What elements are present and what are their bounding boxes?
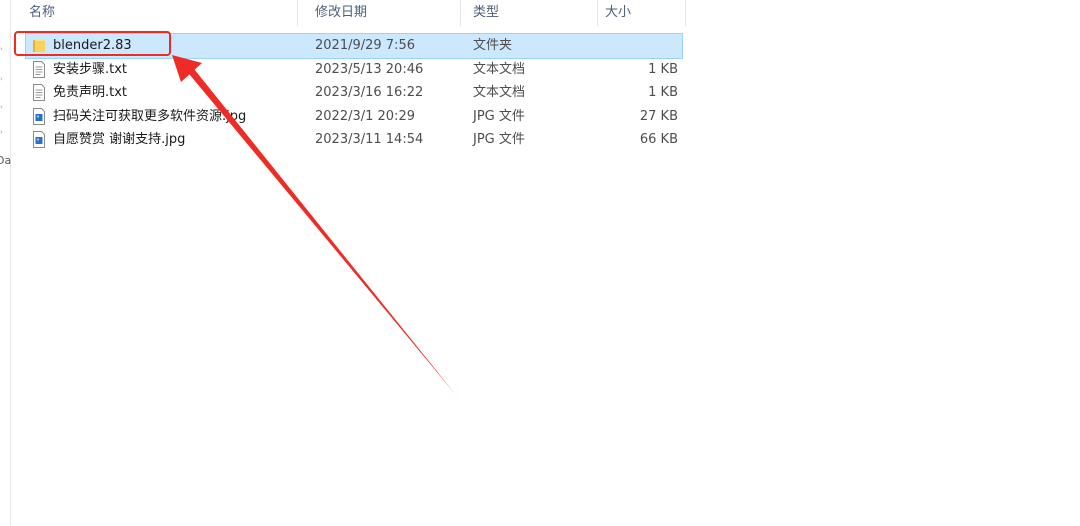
image-file-icon	[33, 131, 45, 148]
file-date: 2023/5/13 20:46	[315, 61, 424, 77]
file-size: 1 KB	[648, 61, 678, 77]
file-name: 安装步骤.txt	[53, 61, 128, 77]
column-divider[interactable]	[685, 0, 686, 26]
file-type: 文件夹	[473, 38, 513, 53]
column-header-row: ^ 名称 修改日期 类型 大小	[19, 0, 687, 28]
column-header-date[interactable]: 修改日期	[305, 0, 460, 28]
image-file-icon	[33, 107, 45, 125]
column-header-size[interactable]: 大小	[595, 0, 685, 28]
column-divider[interactable]	[297, 0, 298, 26]
file-row-disclaimer[interactable]: 免责声明.txt 2023/3/16 16:22 文本文档 1 KB	[26, 81, 682, 105]
file-row-blender[interactable]: blender2.83 2021/9/29 7:56 文件夹	[25, 33, 683, 59]
text-file-icon	[33, 84, 45, 101]
file-date: 2023/3/11 14:54	[315, 132, 424, 147]
file-row-qr-image[interactable]: 扫码关注可获取更多软件资源.jpg 2022/3/1 20:29 JPG 文件 …	[26, 105, 682, 129]
file-list: blender2.83 2021/9/29 7:56 文件夹 安装步骤.txt …	[25, 33, 683, 152]
file-size: 66 KB	[639, 132, 678, 147]
file-name: 免责声明.txt	[53, 85, 128, 100]
file-size: 1 KB	[648, 85, 678, 100]
expand-chevron-icon[interactable]: ›	[0, 128, 3, 136]
file-type: JPG 文件	[473, 132, 525, 147]
file-size: 27 KB	[639, 108, 678, 124]
column-header-type[interactable]: 类型	[463, 0, 593, 28]
file-type: JPG 文件	[473, 108, 525, 124]
file-type: 文本文档	[473, 85, 526, 100]
folder-icon	[33, 39, 45, 52]
expand-chevron-icon[interactable]: ›	[0, 45, 3, 53]
text-file-icon	[33, 60, 45, 78]
file-row-install-steps[interactable]: 安装步骤.txt 2023/5/13 20:46 文本文档 1 KB	[26, 58, 682, 82]
file-row-donate-image[interactable]: 自愿赞赏 谢谢支持.jpg 2023/3/11 14:54 JPG 文件 66 …	[26, 128, 682, 152]
file-type: 文本文档	[473, 61, 526, 77]
navigation-pane[interactable]: › › › › Da	[0, 0, 11, 526]
file-explorer-window: › › › › Da ^ 名称 修改日期 类型 大小 blender2.83 2…	[0, 0, 1080, 526]
nav-item-label[interactable]: Da	[0, 154, 11, 167]
file-date: 2022/3/1 20:29	[315, 108, 415, 124]
expand-chevron-icon[interactable]: ›	[0, 103, 3, 111]
file-name: 自愿赞赏 谢谢支持.jpg	[53, 132, 186, 147]
file-date: 2023/3/16 16:22	[315, 85, 424, 100]
file-name: 扫码关注可获取更多软件资源.jpg	[53, 108, 247, 124]
file-name: blender2.83	[53, 38, 132, 53]
column-header-name[interactable]: 名称	[19, 0, 297, 28]
column-divider[interactable]	[460, 0, 461, 26]
file-date: 2021/9/29 7:56	[315, 38, 415, 53]
expand-chevron-icon[interactable]: ›	[0, 75, 3, 83]
